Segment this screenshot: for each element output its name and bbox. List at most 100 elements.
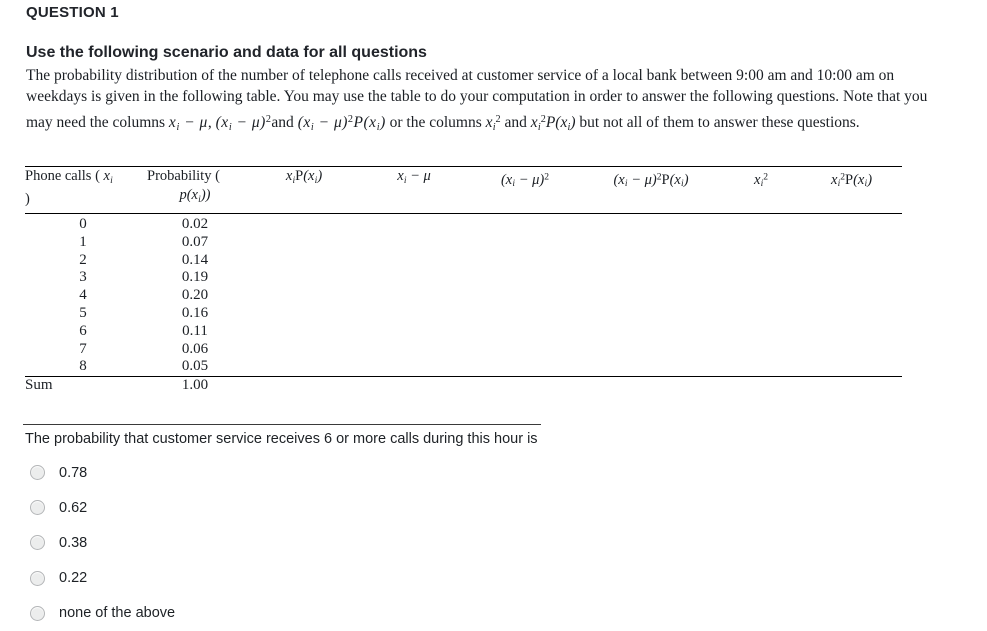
- answer-option[interactable]: 0.38: [25, 525, 525, 560]
- sum-cell-empty: [359, 377, 469, 395]
- cell-blank: [359, 234, 469, 252]
- cell-blank: [581, 341, 721, 359]
- radio-button-icon[interactable]: [30, 570, 45, 586]
- cell-blank: [469, 269, 581, 287]
- table-row: 4 0.20: [25, 287, 902, 305]
- column-header-xi-squared: xi2: [753, 171, 769, 190]
- scenario-line-3-text-c: and: [271, 113, 294, 131]
- cell-phone-calls: 7: [79, 340, 87, 357]
- cell-blank: [801, 323, 902, 341]
- cell-probability: 0.02: [181, 216, 209, 232]
- math-xi-minus-mu-squared-px: (xi − μ)2P(xi): [297, 113, 386, 133]
- cell-blank: [249, 323, 359, 341]
- cell-blank: [469, 323, 581, 341]
- answer-option[interactable]: 0.78: [25, 455, 525, 490]
- cell-blank: [469, 341, 581, 359]
- cell-blank: [359, 341, 469, 359]
- radio-button-icon[interactable]: [30, 465, 45, 481]
- cell-phone-calls: 1: [79, 233, 87, 250]
- sum-cell-empty: [721, 377, 801, 395]
- cell-blank: [581, 358, 721, 376]
- cell-blank: [581, 252, 721, 270]
- scenario-line-3-comma: ,: [207, 113, 212, 131]
- cell-blank: [801, 305, 902, 323]
- cell-blank: [469, 234, 581, 252]
- radio-button-icon[interactable]: [30, 500, 45, 516]
- cell-probability: 0.05: [181, 358, 209, 375]
- table-sum-row: Sum 1.00: [25, 377, 902, 395]
- math-xi-minus-mu-squared: (xi − μ)2: [215, 113, 272, 133]
- header-math-xi: xi: [103, 168, 113, 186]
- cell-phone-calls: 2: [79, 251, 87, 268]
- cell-blank: [359, 323, 469, 341]
- cell-blank: [249, 341, 359, 359]
- column-header-xi-minus-mu: xi − μ: [397, 168, 431, 186]
- sum-value: 1.00: [181, 377, 209, 394]
- answer-option[interactable]: 0.22: [25, 561, 525, 596]
- cell-phone-calls: 4: [79, 287, 87, 304]
- table-row: 0 0.02: [25, 214, 902, 234]
- cell-blank: [581, 269, 721, 287]
- cell-phone-calls: 8: [79, 358, 87, 375]
- quiz-question-page: QUESTION 1 Use the following scenario an…: [0, 0, 987, 621]
- answer-option-label: none of the above: [59, 605, 176, 622]
- cell-blank: [721, 252, 801, 270]
- cell-blank: [801, 287, 902, 305]
- scenario-line-3-text-a: may need the columns: [26, 113, 166, 131]
- answer-option[interactable]: 0.62: [25, 490, 525, 525]
- table-row: 5 0.16: [25, 305, 902, 323]
- cell-blank: [801, 341, 902, 359]
- cell-probability: 0.07: [181, 233, 209, 250]
- scenario-line-3: may need the columns xi − μ, (xi − μ)2an…: [26, 107, 956, 141]
- answer-option[interactable]: none of the above: [25, 596, 525, 631]
- radio-button-icon[interactable]: [30, 535, 45, 551]
- table-row: 1 0.07: [25, 234, 902, 252]
- scenario-title: Use the following scenario and data for …: [26, 44, 427, 61]
- table-header-row: Phone calls ( xi ) Probability ( p(xi)) …: [25, 167, 902, 213]
- table-row: 6 0.11: [25, 323, 902, 341]
- radio-button-icon[interactable]: [30, 605, 45, 621]
- answer-option-label: 0.22: [59, 570, 88, 587]
- column-header-xi-minus-mu-squared: (xi − μ)2: [500, 171, 550, 190]
- cell-blank: [581, 305, 721, 323]
- cell-blank: [721, 305, 801, 323]
- cell-blank: [581, 323, 721, 341]
- cell-probability: 0.19: [181, 269, 209, 286]
- cell-probability: 0.14: [181, 251, 209, 268]
- sum-cell-empty: [249, 377, 359, 395]
- table-row: 8 0.05: [25, 358, 902, 376]
- cell-blank: [721, 214, 801, 234]
- answer-options-list: 0.78 0.62 0.38 0.22 none of the above: [25, 455, 525, 631]
- cell-blank: [359, 252, 469, 270]
- scenario-line-3-text-e: and: [504, 113, 527, 131]
- table-row: 7 0.06: [25, 341, 902, 359]
- cell-probability: 0.06: [181, 340, 209, 357]
- column-header-xi-px: xiP(xi): [285, 168, 323, 186]
- cell-blank: [721, 341, 801, 359]
- header-math-pxi: p(xi)): [179, 187, 211, 205]
- cell-probability: 0.16: [181, 304, 209, 321]
- cell-blank: [249, 287, 359, 305]
- cell-blank: [801, 358, 902, 376]
- question-number-heading: QUESTION 1: [26, 4, 119, 21]
- column-header-phone-calls: Phone calls ( xi ): [25, 168, 113, 207]
- cell-blank: [249, 234, 359, 252]
- answer-option-label: 0.62: [59, 499, 88, 516]
- cell-blank: [469, 252, 581, 270]
- cell-blank: [359, 358, 469, 376]
- cell-blank: [359, 269, 469, 287]
- question-prompt: The probability that customer service re…: [25, 431, 538, 447]
- scenario-block: Use the following scenario and data for …: [26, 43, 956, 141]
- cell-blank: [721, 358, 801, 376]
- prompt-divider: [23, 424, 541, 425]
- column-header-xi-squared-px: xi2P(xi): [830, 171, 873, 190]
- cell-phone-calls: 3: [79, 269, 87, 286]
- math-xi-minus-mu: xi − μ: [168, 113, 208, 133]
- cell-blank: [469, 214, 581, 234]
- scenario-line-3-text-f: but not all of them to answer these ques…: [579, 113, 860, 131]
- cell-blank: [469, 358, 581, 376]
- cell-phone-calls: 6: [79, 322, 87, 339]
- cell-blank: [801, 214, 902, 234]
- cell-blank: [721, 269, 801, 287]
- cell-blank: [469, 305, 581, 323]
